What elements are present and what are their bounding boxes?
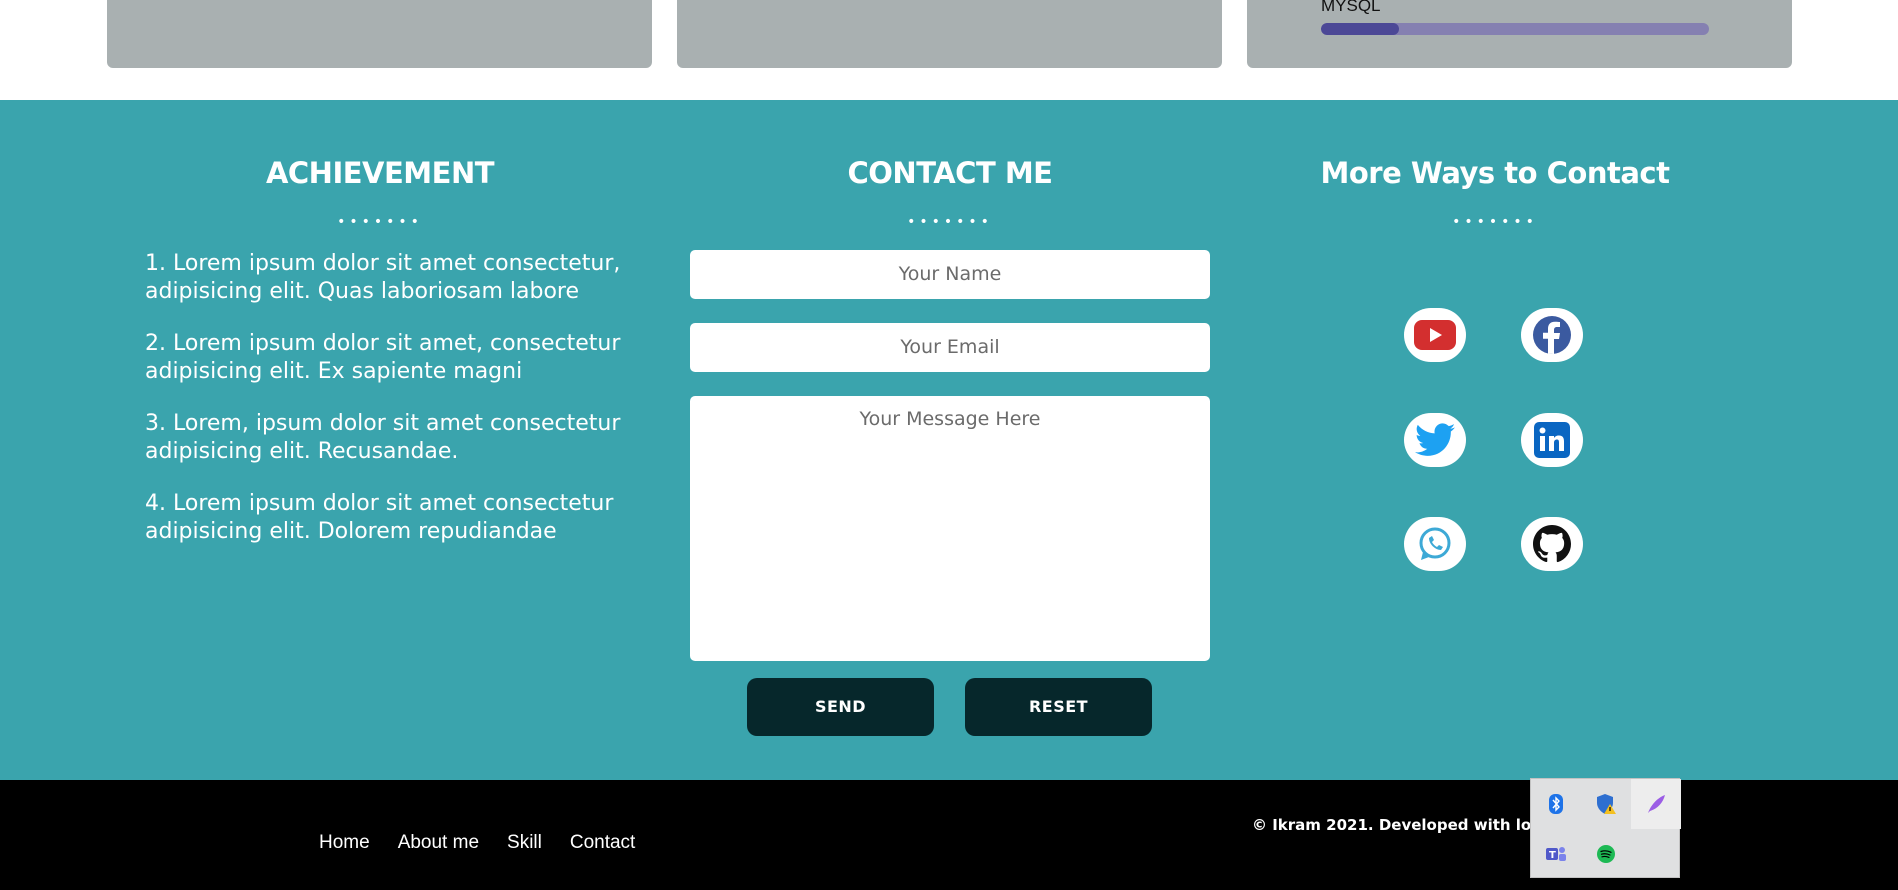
youtube-icon (1414, 320, 1456, 350)
title-dots: ••••••• (907, 214, 993, 230)
skill-card (677, 0, 1222, 68)
nav-link-about[interactable]: About me (398, 832, 479, 854)
achievement-title: ACHIEVEMENT (265, 156, 495, 190)
skill-progress-bar (1321, 23, 1709, 35)
svg-text:T: T (1549, 850, 1556, 861)
list-item: 1. Lorem ipsum dolor sit amet consectetu… (145, 251, 621, 304)
system-tray-overflow: T (1530, 778, 1681, 879)
bluetooth-icon (1549, 794, 1563, 814)
list-item: 3. Lorem, ipsum dolor sit amet consectet… (145, 411, 621, 464)
whatsapp-icon (1419, 527, 1451, 560)
skill-label: MYSQL (1321, 0, 1381, 15)
tray-item-security[interactable] (1581, 779, 1631, 829)
message-textarea[interactable]: Your Message Here (690, 396, 1210, 661)
nav-link-home[interactable]: Home (319, 832, 370, 854)
title-dots: ••••••• (337, 214, 423, 230)
linkedin-link[interactable] (1521, 413, 1583, 467)
contact-section: ACHIEVEMENT ••••••• 1. Lorem ipsum dolor… (0, 100, 1898, 780)
title-dots: ••••••• (1452, 214, 1538, 230)
skill-card (107, 0, 652, 68)
list-item: 4. Lorem ipsum dolor sit amet consectetu… (145, 491, 614, 544)
spotify-icon (1597, 845, 1615, 863)
email-input[interactable]: Your Email (690, 323, 1210, 372)
reset-button[interactable]: RESET (965, 678, 1152, 736)
security-warning-icon (1597, 794, 1616, 814)
nav-link-skill[interactable]: Skill (507, 832, 542, 854)
youtube-link[interactable] (1404, 308, 1466, 362)
linkedin-icon (1534, 422, 1570, 458)
footer-nav: Home About me Skill Contact (319, 832, 635, 854)
facebook-link[interactable] (1521, 308, 1583, 362)
list-item: 2. Lorem ipsum dolor sit amet, consectet… (145, 331, 621, 384)
twitter-link[interactable] (1404, 413, 1466, 467)
send-button[interactable]: SEND (747, 678, 934, 736)
more-ways-title: More Ways to Contact (1320, 156, 1670, 190)
skill-progress-fill (1321, 23, 1399, 35)
tray-item-teams[interactable]: T (1531, 829, 1581, 879)
tray-item-spotify[interactable] (1581, 829, 1631, 879)
nav-link-contact[interactable]: Contact (570, 832, 635, 854)
github-icon (1533, 525, 1571, 563)
skill-card: MYSQL (1247, 0, 1792, 68)
tray-item-feather[interactable] (1631, 779, 1681, 829)
feather-app-icon (1648, 795, 1665, 813)
teams-icon: T (1546, 847, 1566, 861)
facebook-icon (1533, 316, 1571, 354)
skills-section: MYSQL (0, 0, 1898, 100)
contact-title: CONTACT ME (847, 156, 1053, 190)
whatsapp-link[interactable] (1404, 517, 1466, 571)
name-input[interactable]: Your Name (690, 250, 1210, 299)
github-link[interactable] (1521, 517, 1583, 571)
twitter-icon (1415, 423, 1455, 456)
tray-item-bluetooth[interactable] (1531, 779, 1581, 829)
achievement-list: 1. Lorem ipsum dolor sit amet consectetu… (145, 250, 625, 570)
